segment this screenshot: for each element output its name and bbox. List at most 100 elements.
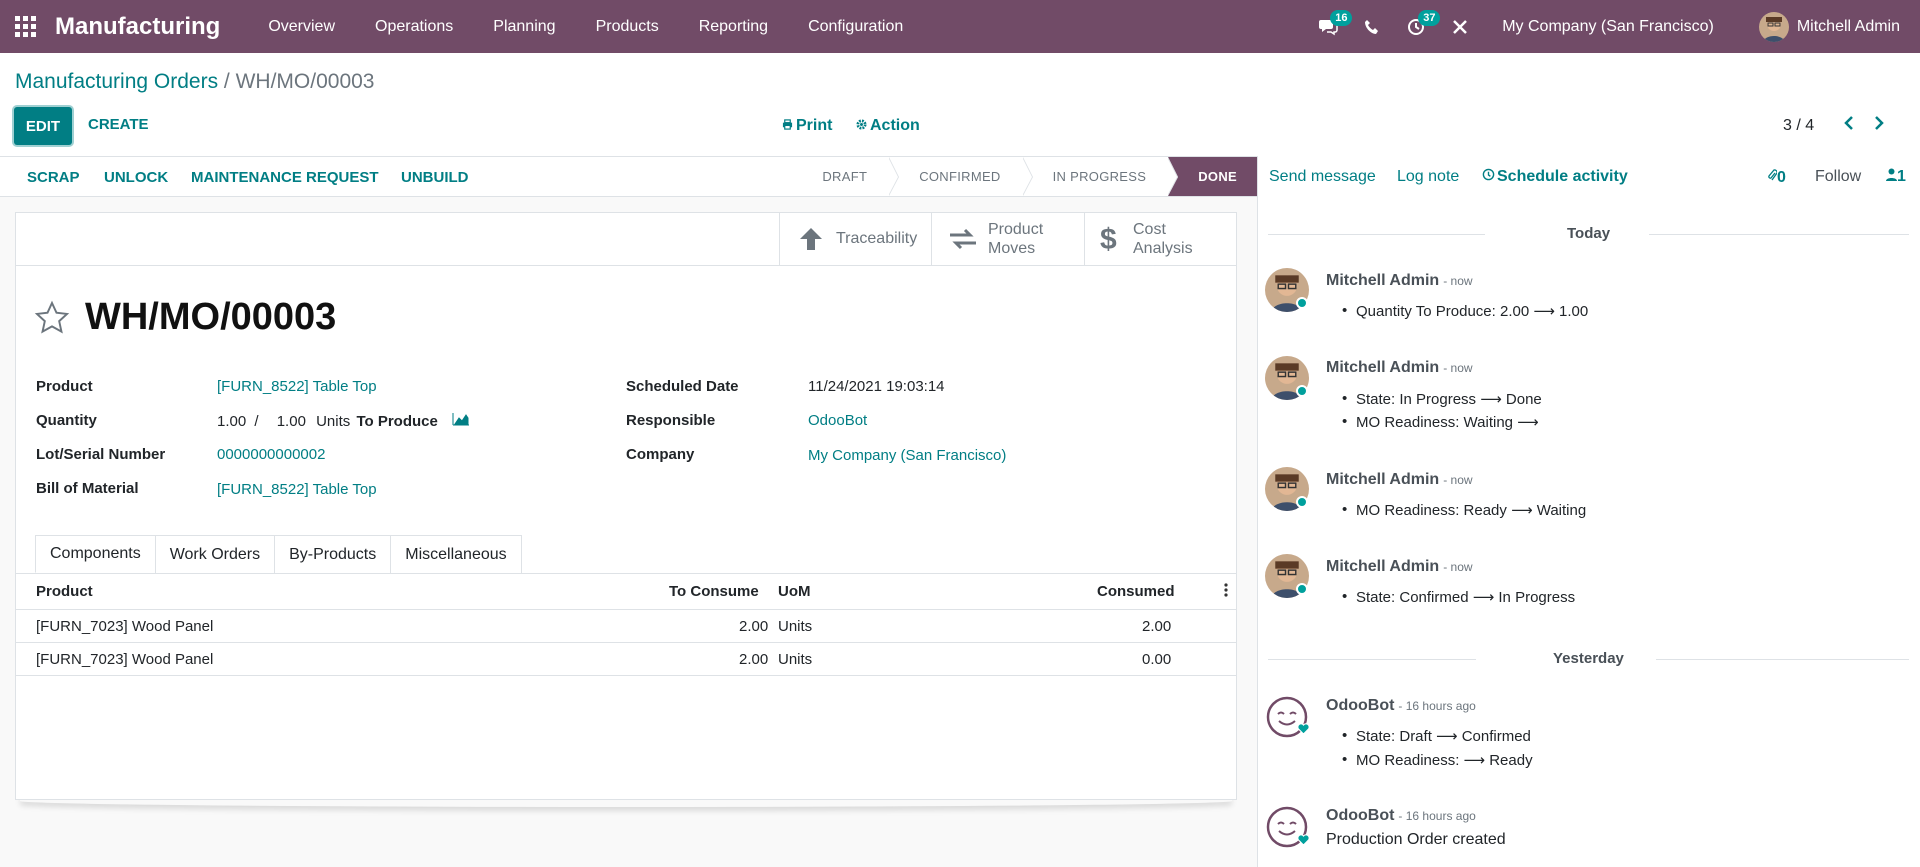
unbuild-button[interactable]: UNBUILD: [401, 169, 469, 186]
message-author[interactable]: Mitchell Admin - now: [1326, 272, 1473, 290]
col-uom[interactable]: UoM: [778, 583, 811, 600]
traceability-label: Traceability: [836, 229, 918, 247]
chevron-right-icon: [1875, 116, 1884, 130]
schedule-activity-button[interactable]: Schedule activity: [1482, 168, 1628, 186]
heart-status-icon: [1297, 833, 1310, 851]
apps-menu-icon[interactable]: [0, 0, 50, 53]
create-button[interactable]: CREATE: [88, 116, 149, 133]
tracking-value: State: Draft ⟶ Confirmed: [1342, 727, 1531, 745]
col-to-consume[interactable]: To Consume: [669, 583, 759, 600]
menu-overview[interactable]: Overview: [248, 18, 355, 36]
pager-value[interactable]: 3 / 4: [1783, 117, 1814, 135]
message-author[interactable]: Mitchell Admin - now: [1326, 471, 1473, 489]
product-moves-button[interactable]: Product Moves: [931, 212, 1084, 265]
product-field[interactable]: [FURN_8522] Table Top: [217, 378, 377, 395]
pager-next-button[interactable]: [1872, 114, 1886, 137]
company-field[interactable]: My Company (San Francisco): [808, 447, 1006, 464]
online-status-icon: [1296, 496, 1308, 508]
gear-icon: [856, 119, 867, 130]
edit-button[interactable]: EDIT: [14, 107, 72, 145]
user-menu[interactable]: Mitchell Admin: [1758, 11, 1920, 42]
responsible-field[interactable]: OdooBot: [808, 412, 867, 429]
product-label: Product: [36, 378, 93, 395]
follow-button[interactable]: Follow: [1815, 168, 1861, 186]
user-icon: [1886, 168, 1897, 181]
debug-tools-button[interactable]: [1438, 0, 1482, 53]
menu-operations[interactable]: Operations: [355, 18, 473, 36]
message-author[interactable]: Mitchell Admin - now: [1326, 359, 1473, 377]
log-note-button[interactable]: Log note: [1397, 168, 1459, 186]
quantity-label: Quantity: [36, 412, 97, 429]
message-time: - 16 hours ago: [1398, 809, 1476, 823]
form-statusbar: SCRAP UNLOCK MAINTENANCE REQUEST UNBUILD…: [0, 156, 1257, 197]
quantity-to-produce-label: To Produce: [356, 413, 438, 430]
menu-products[interactable]: Products: [576, 18, 679, 36]
product-moves-label-line1: Product: [988, 220, 1044, 238]
product-moves-label-line2: Moves: [988, 239, 1036, 257]
messaging-button[interactable]: 16: [1306, 0, 1353, 53]
cost-analysis-label-line1: Cost: [1133, 220, 1166, 238]
forecast-chart-icon[interactable]: [452, 413, 470, 430]
tab-by-products[interactable]: By-Products: [274, 535, 392, 573]
stage-done[interactable]: DONE: [1168, 157, 1257, 196]
table-row[interactable]: [FURN_7023] Wood Panel 2.00 Units 2.00: [15, 610, 1237, 643]
scrap-button[interactable]: SCRAP: [27, 169, 80, 186]
pager-previous-button[interactable]: [1842, 114, 1856, 137]
stage-confirmed[interactable]: CONFIRMED: [889, 157, 1034, 196]
message-time: - now: [1443, 560, 1473, 574]
message-author-name: Mitchell Admin: [1326, 558, 1440, 575]
col-product[interactable]: Product: [36, 583, 93, 600]
tracking-value: State: Confirmed ⟶ In Progress: [1342, 588, 1575, 606]
col-consumed[interactable]: Consumed: [1097, 583, 1175, 600]
tab-components[interactable]: Components: [35, 535, 156, 573]
traceability-button[interactable]: Traceability: [779, 212, 931, 265]
message-author[interactable]: Mitchell Admin - now: [1326, 558, 1473, 576]
activities-count-badge: 37: [1418, 10, 1441, 26]
cost-analysis-label-line2: Analysis: [1133, 239, 1193, 257]
company-switcher[interactable]: My Company (San Francisco): [1482, 18, 1759, 36]
maintenance-request-button[interactable]: MAINTENANCE REQUEST: [191, 169, 379, 186]
activities-button[interactable]: 37: [1394, 0, 1441, 53]
breadcrumb-current: WH/MO/00003: [235, 70, 375, 93]
attachments-button[interactable]: 0: [1767, 168, 1786, 187]
lot-field[interactable]: 0000000000002: [217, 446, 325, 463]
cost-analysis-button[interactable]: $ Cost Analysis: [1084, 212, 1237, 265]
menu-reporting[interactable]: Reporting: [679, 18, 788, 36]
priority-star-icon[interactable]: [34, 300, 70, 341]
tracking-value: Quantity To Produce: 2.00 ⟶ 1.00: [1342, 302, 1588, 320]
message-author[interactable]: OdooBot - 16 hours ago: [1326, 697, 1476, 715]
row-uom: Units: [778, 651, 813, 668]
action-button[interactable]: Action: [856, 117, 920, 135]
unlock-button[interactable]: UNLOCK: [104, 169, 168, 186]
online-status-icon: [1296, 583, 1308, 595]
table-row[interactable]: [FURN_7023] Wood Panel 2.00 Units 0.00: [15, 643, 1237, 676]
cost-analysis-label: Cost Analysis: [1133, 220, 1193, 258]
menu-configuration[interactable]: Configuration: [788, 18, 923, 36]
phone-icon: [1365, 19, 1379, 34]
app-title[interactable]: Manufacturing: [55, 13, 220, 41]
menu-planning[interactable]: Planning: [473, 18, 575, 36]
quantity-produced: 1.00: [217, 413, 247, 430]
print-label: Print: [796, 117, 833, 134]
followers-button[interactable]: 1: [1886, 168, 1906, 186]
tab-work-orders[interactable]: Work Orders: [154, 535, 276, 573]
scheduled-date-label: Scheduled Date: [626, 378, 739, 395]
voip-button[interactable]: [1350, 0, 1394, 53]
send-message-button[interactable]: Send message: [1269, 168, 1376, 186]
column-options-icon[interactable]: [1224, 581, 1228, 603]
stage-in-progress[interactable]: IN PROGRESS: [1023, 157, 1178, 196]
stage-draft[interactable]: DRAFT: [792, 157, 900, 196]
message-time: - now: [1443, 473, 1473, 487]
tracking-value: MO Readiness: ⟶ Ready: [1342, 751, 1533, 769]
dollar-icon: $: [1091, 224, 1125, 254]
tab-miscellaneous[interactable]: Miscellaneous: [390, 535, 522, 573]
message-author[interactable]: OdooBot - 16 hours ago: [1326, 807, 1476, 825]
breadcrumb-parent-link[interactable]: Manufacturing Orders: [15, 70, 218, 93]
notebook-tabs: Components Work Orders By-Products Misce…: [35, 535, 522, 573]
bom-field[interactable]: [FURN_8522] Table Top: [217, 481, 377, 498]
row-to-consume: 2.00: [739, 651, 769, 668]
date-separator-yesterday: Yesterday: [1258, 650, 1920, 670]
lot-label: Lot/Serial Number: [36, 446, 166, 463]
print-button[interactable]: Print: [782, 117, 832, 135]
chatter-panel: Send message Log note Schedule activity …: [1257, 156, 1920, 867]
